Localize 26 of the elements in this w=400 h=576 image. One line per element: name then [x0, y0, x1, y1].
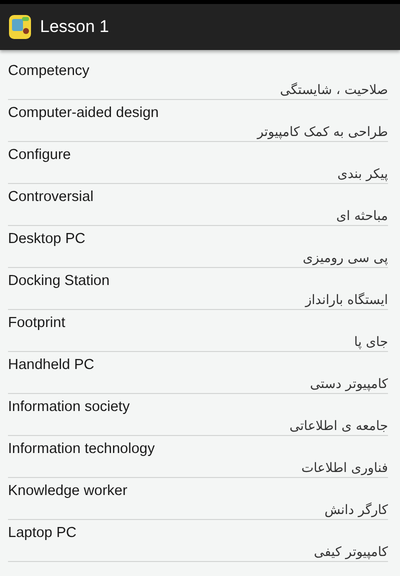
term-text[interactable]: Controversial	[8, 189, 94, 205]
term-text[interactable]: Footprint	[8, 315, 66, 331]
app-title: Lesson 1	[40, 17, 109, 37]
translation-text[interactable]: مباحثه ای	[336, 209, 388, 224]
translation-text[interactable]: کامپیوتر دستی	[310, 377, 388, 392]
term-text[interactable]: Knowledge worker	[8, 483, 128, 499]
term-text[interactable]: Laptop PC	[8, 525, 77, 541]
term-text[interactable]: Information society	[8, 399, 130, 415]
term-text[interactable]: Information technology	[8, 441, 155, 457]
term-text[interactable]: Competency	[8, 63, 90, 79]
translation-text[interactable]: جامعه ی اطلاعاتی	[289, 419, 388, 434]
translation-text[interactable]: کارگر دانش	[324, 503, 388, 518]
term-text[interactable]: Handheld PC	[8, 357, 94, 373]
term-text[interactable]: Docking Station	[8, 273, 110, 289]
translation-text[interactable]: طراحی به کمک کامپیوتر	[257, 125, 388, 140]
term-text[interactable]: Configure	[8, 147, 71, 163]
app-logo-icon	[8, 13, 32, 41]
translation-text[interactable]: پیکر بندی	[337, 167, 388, 182]
translation-text[interactable]: پی سی رومیزی	[302, 251, 388, 266]
translation-text[interactable]: ایستگاه بارانداز	[305, 293, 388, 308]
translation-text[interactable]: کامپیوتر کیفی	[314, 545, 388, 560]
translation-text[interactable]: جای پا	[354, 335, 388, 350]
translation-text[interactable]: فناوری اطلاعات	[301, 461, 388, 476]
translation-text[interactable]: صلاحیت ، شایستگی	[280, 83, 388, 98]
term-text[interactable]: Desktop PC	[8, 231, 86, 247]
term-text[interactable]: Computer-aided design	[8, 105, 159, 121]
